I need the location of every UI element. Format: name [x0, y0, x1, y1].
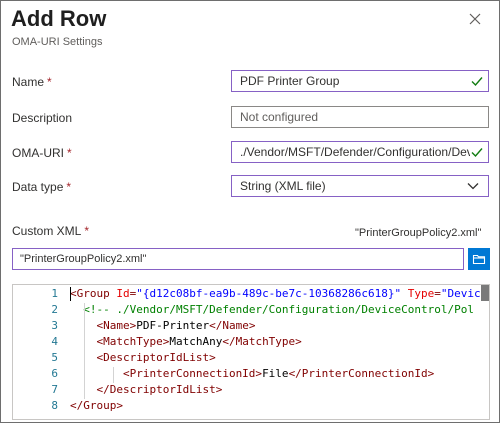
code-token: <!-- ./Vendor/MSFT/Defender/Configuratio… [83, 303, 474, 316]
code-text: </DescriptorIdList> [70, 383, 222, 396]
code-text: </Group> [70, 399, 123, 412]
line-number: 6 [51, 367, 58, 380]
description-label-text: Description [12, 111, 73, 125]
description-field[interactable]: Not configured [231, 106, 489, 128]
indent-guide [113, 367, 114, 383]
code-token: PDF-Printer [136, 319, 210, 332]
add-row-panel: Add Row OMA-URI Settings Name * PDF Print… [0, 0, 500, 423]
name-value: PDF Printer Group [240, 74, 340, 88]
oma-uri-label-text: OMA-URI [12, 146, 64, 160]
oma-uri-value: ./Vendor/MSFT/Defender/Configuration/Dev… [240, 145, 470, 159]
xml-code-editor[interactable]: 8 </Group> 7 </DescriptorIdList> 6 <Printer… [12, 284, 490, 420]
checkmark-icon [471, 77, 483, 87]
code-token: <DescriptorIdList> [70, 351, 216, 364]
data-type-dropdown[interactable]: String (XML file) [231, 175, 489, 197]
custom-xml-label-text: Custom XML [12, 224, 82, 238]
chevron-down-icon[interactable] [466, 179, 480, 193]
description-label: Description [12, 111, 72, 125]
line-number: 2 [51, 303, 58, 316]
indent-guide [84, 303, 85, 399]
panel-title: Add Row [11, 6, 107, 31]
name-label-text: Name [12, 75, 45, 89]
editor-minimap-slider[interactable] [481, 285, 489, 301]
oma-uri-label: OMA-URI * [12, 146, 72, 160]
code-text: <MatchType>MatchAny</MatchType> [70, 335, 302, 348]
code-token: </PrinterConnectionId> [288, 367, 435, 380]
code-token: MatchAny [169, 335, 223, 348]
code-text: <!-- ./Vendor/MSFT/Defender/Configuratio… [70, 303, 474, 316]
code-token: "Devic [440, 287, 481, 300]
line-number: 7 [51, 383, 58, 396]
name-label: Name * [12, 75, 52, 89]
data-type-label-text: Data type [12, 180, 64, 194]
code-line: 1 <Group Id = "{d12c08bf-ea9b-489c-be7c-103… [13, 287, 489, 303]
folder-icon[interactable] [472, 252, 486, 266]
line-number: 4 [51, 335, 58, 348]
line-number: 3 [51, 319, 58, 332]
code-token: Id [116, 287, 130, 300]
code-text: <Name>PDF-Printer</Name> [70, 319, 255, 332]
required-marker: * [47, 75, 52, 89]
line-number: 1 [51, 287, 58, 300]
code-token: "{d12c08bf-ea9b-489c-be7c-10368286c618}" [136, 287, 402, 300]
data-type-label: Data type * [12, 180, 71, 194]
required-marker: * [67, 146, 72, 160]
code-line: 8 </Group> [13, 399, 489, 415]
code-token: </Name> [209, 319, 256, 332]
code-token: Type [407, 287, 435, 300]
line-number: 5 [51, 351, 58, 364]
browse-file-button[interactable] [468, 248, 490, 270]
code-text: <PrinterConnectionId>File</PrinterConnec… [70, 367, 434, 380]
checkmark-icon [471, 148, 483, 158]
name-field[interactable]: PDF Printer Group [231, 70, 489, 92]
code-token: = [434, 287, 441, 300]
code-token: File [262, 367, 289, 380]
code-token: <PrinterConnectionId> [70, 367, 263, 380]
code-token: </MatchType> [222, 335, 302, 348]
text-cursor [70, 287, 71, 301]
custom-xml-label: Custom XML * [12, 224, 89, 238]
panel-subtitle: OMA-URI Settings [12, 36, 103, 48]
required-marker: * [84, 224, 90, 238]
required-marker: * [66, 180, 72, 194]
oma-uri-field[interactable]: ./Vendor/MSFT/Defender/Configuration/Dev… [231, 141, 489, 163]
code-text: <Group Id = "{d12c08bf-ea9b-489c-be7c-1036… [70, 287, 481, 300]
code-token: </Group> [70, 399, 123, 412]
selected-file-name: "PrinterGroupPolicy2.xml" [355, 227, 482, 239]
description-placeholder: Not configured [240, 110, 319, 124]
close-icon[interactable] [467, 11, 483, 27]
code-token: </DescriptorIdList> [70, 383, 223, 396]
line-number: 8 [51, 399, 58, 412]
code-text: <DescriptorIdList> [70, 351, 216, 364]
custom-xml-file-input[interactable]: "PrinterGroupPolicy2.xml" [12, 248, 464, 270]
custom-xml-file-value: "PrinterGroupPolicy2.xml" [20, 253, 147, 265]
code-token: <Group [70, 287, 117, 300]
data-type-value: String (XML file) [240, 179, 326, 193]
close-button[interactable] [467, 11, 483, 27]
code-token: <Name> [70, 319, 137, 332]
